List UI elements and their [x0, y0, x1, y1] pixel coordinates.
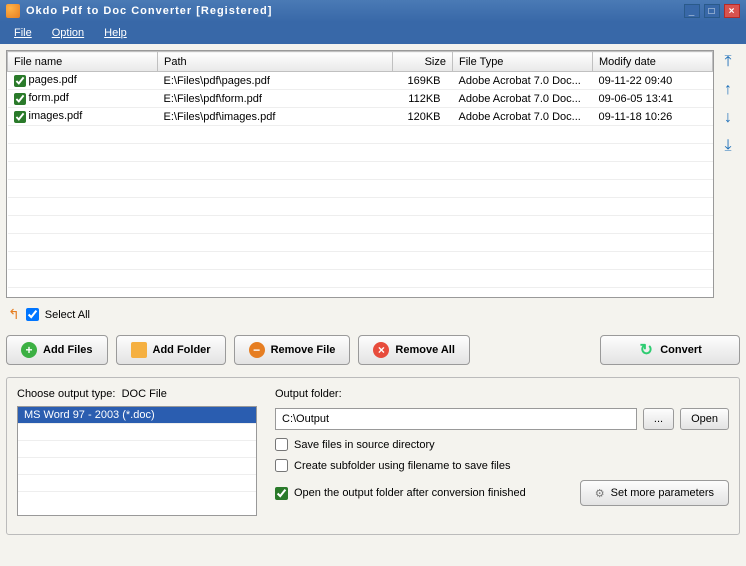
- actionbar: + Add Files Add Folder − Remove File × R…: [6, 331, 740, 369]
- table-row[interactable]: images.pdfE:\Files\pdf\images.pdf120KBAd…: [8, 108, 713, 126]
- move-down-button[interactable]: ↓: [718, 108, 738, 128]
- convert-button[interactable]: ↻ Convert: [600, 335, 740, 365]
- set-more-parameters-label: Set more parameters: [611, 487, 714, 499]
- output-type-list[interactable]: MS Word 97 - 2003 (*.doc): [17, 406, 257, 516]
- browse-button[interactable]: ...: [643, 408, 674, 430]
- col-modify[interactable]: Modify date: [593, 52, 713, 72]
- row-size: 112KB: [393, 90, 453, 108]
- move-bottom-button[interactable]: ⤓: [718, 136, 738, 156]
- remove-all-label: Remove All: [395, 344, 455, 356]
- row-size: 120KB: [393, 108, 453, 126]
- col-size[interactable]: Size: [393, 52, 453, 72]
- maximize-button[interactable]: □: [704, 4, 720, 18]
- row-date: 09-11-22 09:40: [593, 72, 713, 90]
- menu-file[interactable]: File: [4, 25, 42, 41]
- remove-file-label: Remove File: [271, 344, 336, 356]
- table-row[interactable]: form.pdfE:\Files\pdf\form.pdf112KBAdobe …: [8, 90, 713, 108]
- app-icon: [6, 4, 20, 18]
- convert-label: Convert: [660, 344, 702, 356]
- convert-icon: ↻: [638, 342, 654, 358]
- reorder-bar: ⤒ ↑ ↓ ⤓: [718, 50, 740, 298]
- table-row[interactable]: pages.pdfE:\Files\pdf\pages.pdf169KBAdob…: [8, 72, 713, 90]
- menu-help[interactable]: Help: [94, 25, 137, 41]
- remove-all-button[interactable]: × Remove All: [358, 335, 470, 365]
- col-path[interactable]: Path: [158, 52, 393, 72]
- workspace: File name Path Size File Type Modify dat…: [0, 44, 746, 566]
- menubar: File Option Help: [0, 22, 746, 44]
- titlebar: Okdo Pdf to Doc Converter [Registered] _…: [0, 0, 746, 22]
- col-filename[interactable]: File name: [8, 52, 158, 72]
- row-path: E:\Files\pdf\images.pdf: [158, 108, 393, 126]
- gear-icon: ⚙: [595, 487, 605, 500]
- row-path: E:\Files\pdf\form.pdf: [158, 90, 393, 108]
- row-checkbox[interactable]: [14, 111, 26, 123]
- move-up-button[interactable]: ↑: [718, 80, 738, 100]
- open-after-checkbox[interactable]: [275, 487, 288, 500]
- choose-output-label: Choose output type:: [17, 388, 115, 400]
- row-checkbox[interactable]: [14, 93, 26, 105]
- create-subfolder-checkbox[interactable]: [275, 459, 288, 472]
- selectall-row: ↰ Select All: [6, 298, 740, 331]
- x-icon: ×: [373, 342, 389, 358]
- row-date: 09-11-18 10:26: [593, 108, 713, 126]
- add-folder-label: Add Folder: [153, 344, 211, 356]
- row-filetype: Adobe Acrobat 7.0 Doc...: [453, 72, 593, 90]
- row-filetype: Adobe Acrobat 7.0 Doc...: [453, 90, 593, 108]
- add-folder-button[interactable]: Add Folder: [116, 335, 226, 365]
- doc-file-label: DOC File: [122, 388, 167, 400]
- set-more-parameters-button[interactable]: ⚙ Set more parameters: [580, 480, 729, 506]
- minus-icon: −: [249, 342, 265, 358]
- output-folder-input[interactable]: [275, 408, 637, 430]
- close-button[interactable]: ×: [724, 4, 740, 18]
- remove-file-button[interactable]: − Remove File: [234, 335, 351, 365]
- selectall-checkbox[interactable]: [26, 308, 39, 321]
- open-folder-button[interactable]: Open: [680, 408, 729, 430]
- up-folder-icon[interactable]: ↰: [8, 306, 20, 323]
- add-files-button[interactable]: + Add Files: [6, 335, 108, 365]
- plus-icon: +: [21, 342, 37, 358]
- selectall-label[interactable]: Select All: [45, 309, 90, 321]
- save-source-checkbox[interactable]: [275, 438, 288, 451]
- add-files-label: Add Files: [43, 344, 93, 356]
- menu-option[interactable]: Option: [42, 25, 94, 41]
- output-type-item[interactable]: MS Word 97 - 2003 (*.doc): [18, 407, 256, 423]
- row-checkbox[interactable]: [14, 75, 26, 87]
- minimize-button[interactable]: _: [684, 4, 700, 18]
- bottom-panel: Choose output type: DOC File MS Word 97 …: [6, 377, 740, 535]
- move-top-button[interactable]: ⤒: [718, 52, 738, 72]
- output-type-label-row: Choose output type: DOC File: [17, 388, 257, 400]
- folder-icon: [131, 342, 147, 358]
- window-title: Okdo Pdf to Doc Converter [Registered]: [26, 5, 680, 17]
- file-list[interactable]: File name Path Size File Type Modify dat…: [6, 50, 714, 298]
- col-filetype[interactable]: File Type: [453, 52, 593, 72]
- open-after-label[interactable]: Open the output folder after conversion …: [294, 487, 526, 499]
- row-path: E:\Files\pdf\pages.pdf: [158, 72, 393, 90]
- row-date: 09-06-05 13:41: [593, 90, 713, 108]
- output-folder-label: Output folder:: [275, 388, 729, 400]
- row-size: 169KB: [393, 72, 453, 90]
- row-filetype: Adobe Acrobat 7.0 Doc...: [453, 108, 593, 126]
- table-header-row: File name Path Size File Type Modify dat…: [8, 52, 713, 72]
- save-source-label[interactable]: Save files in source directory: [294, 439, 435, 451]
- create-subfolder-label[interactable]: Create subfolder using filename to save …: [294, 460, 510, 472]
